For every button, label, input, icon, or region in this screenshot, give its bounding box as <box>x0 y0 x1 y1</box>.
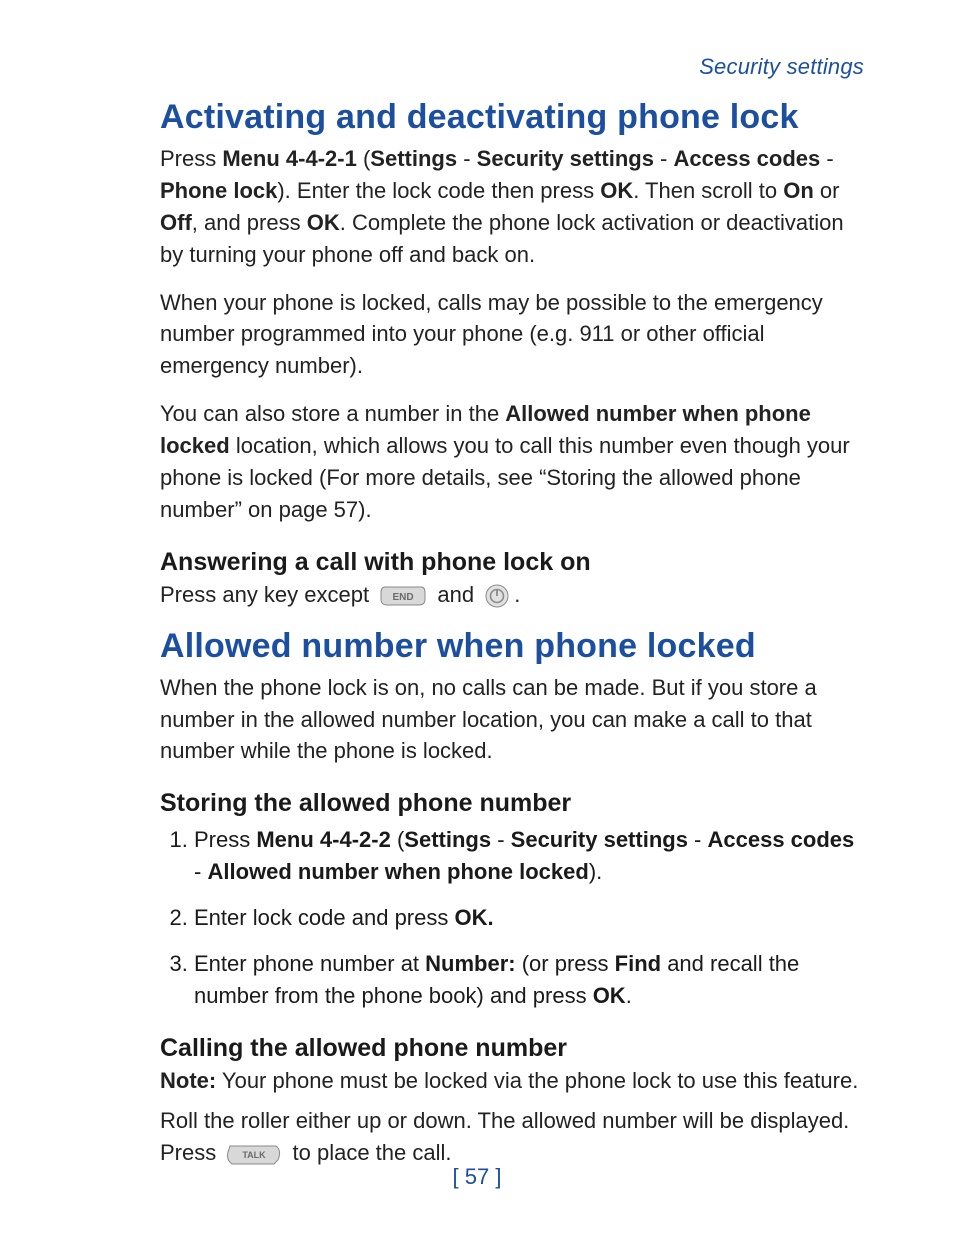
path-access-codes: Access codes <box>674 146 821 171</box>
path-allowed-number: Allowed number when phone locked <box>207 859 588 884</box>
text: - <box>194 859 207 884</box>
end-key-icon: END <box>379 585 427 607</box>
text: . <box>626 983 632 1008</box>
heading-calling-number: Calling the allowed phone number <box>160 1034 864 1063</box>
text: - <box>457 146 477 171</box>
heading-allowed-number: Allowed number when phone locked <box>160 627 864 666</box>
text: Your phone must be locked via the phone … <box>216 1068 858 1093</box>
menu-path: Menu 4-4-2-2 <box>256 827 390 852</box>
ok-label: OK. <box>454 905 493 930</box>
heading-answering-call: Answering a call with phone lock on <box>160 548 864 577</box>
text: - <box>820 146 833 171</box>
text: Press <box>194 827 256 852</box>
text: to place the call. <box>293 1140 452 1165</box>
text: - <box>654 146 674 171</box>
path-settings: Settings <box>370 146 457 171</box>
para-allowed-number-intro: You can also store a number in the Allow… <box>160 398 864 526</box>
heading-activating: Activating and deactivating phone lock <box>160 98 864 137</box>
ok-label: OK <box>593 983 626 1008</box>
talk-key-icon: TALK <box>226 1142 282 1166</box>
text: (or press <box>516 951 615 976</box>
text: You can also store a number in the <box>160 401 505 426</box>
text: and <box>437 582 474 607</box>
para-activating-instructions: Press Menu 4-4-2-1 (Settings - Security … <box>160 143 864 271</box>
find-label: Find <box>615 951 661 976</box>
note-label: Note: <box>160 1068 216 1093</box>
para-emergency-number: When your phone is locked, calls may be … <box>160 287 864 383</box>
path-settings: Settings <box>404 827 491 852</box>
para-calling: Roll the roller either up or down. The a… <box>160 1105 864 1169</box>
svg-text:END: END <box>393 592 414 603</box>
para-note: Note: Your phone must be locked via the … <box>160 1065 864 1097</box>
heading-storing-number: Storing the allowed phone number <box>160 789 864 818</box>
off-label: Off <box>160 210 192 235</box>
page-content: Security settings Activating and deactiv… <box>0 0 954 1168</box>
text: , and press <box>192 210 307 235</box>
on-label: On <box>783 178 814 203</box>
para-answering-call: Press any key except END and . <box>160 579 864 611</box>
number-label: Number: <box>425 951 515 976</box>
text: location, which allows you to call this … <box>160 433 850 522</box>
svg-text:TALK: TALK <box>243 1150 267 1160</box>
menu-path: Menu 4-4-2-1 <box>222 146 356 171</box>
step-1: Press Menu 4-4-2-2 (Settings - Security … <box>194 824 864 888</box>
text: ). <box>589 859 602 884</box>
step-3: Enter phone number at Number: (or press … <box>194 948 864 1012</box>
page-number: [ 57 ] <box>0 1164 954 1190</box>
text: . <box>514 582 520 607</box>
text: ( <box>357 146 370 171</box>
steps-list: Press Menu 4-4-2-2 (Settings - Security … <box>160 824 864 1011</box>
power-key-icon <box>484 583 510 609</box>
para-allowed-number: When the phone lock is on, no calls can … <box>160 672 864 768</box>
path-security: Security settings <box>477 146 654 171</box>
section-header: Security settings <box>160 54 864 80</box>
step-2: Enter lock code and press OK. <box>194 902 864 934</box>
path-access-codes: Access codes <box>708 827 855 852</box>
text: ). Enter the lock code then press <box>277 178 600 203</box>
text: Enter phone number at <box>194 951 425 976</box>
ok-label-2: OK <box>307 210 340 235</box>
text: or <box>814 178 840 203</box>
text: Press <box>160 146 222 171</box>
path-phone-lock: Phone lock <box>160 178 277 203</box>
text: - <box>688 827 708 852</box>
ok-label: OK <box>600 178 633 203</box>
text: - <box>491 827 511 852</box>
text: Enter lock code and press <box>194 905 454 930</box>
text: Press any key except <box>160 582 369 607</box>
text: ( <box>391 827 404 852</box>
path-security: Security settings <box>511 827 688 852</box>
text: . Then scroll to <box>633 178 783 203</box>
